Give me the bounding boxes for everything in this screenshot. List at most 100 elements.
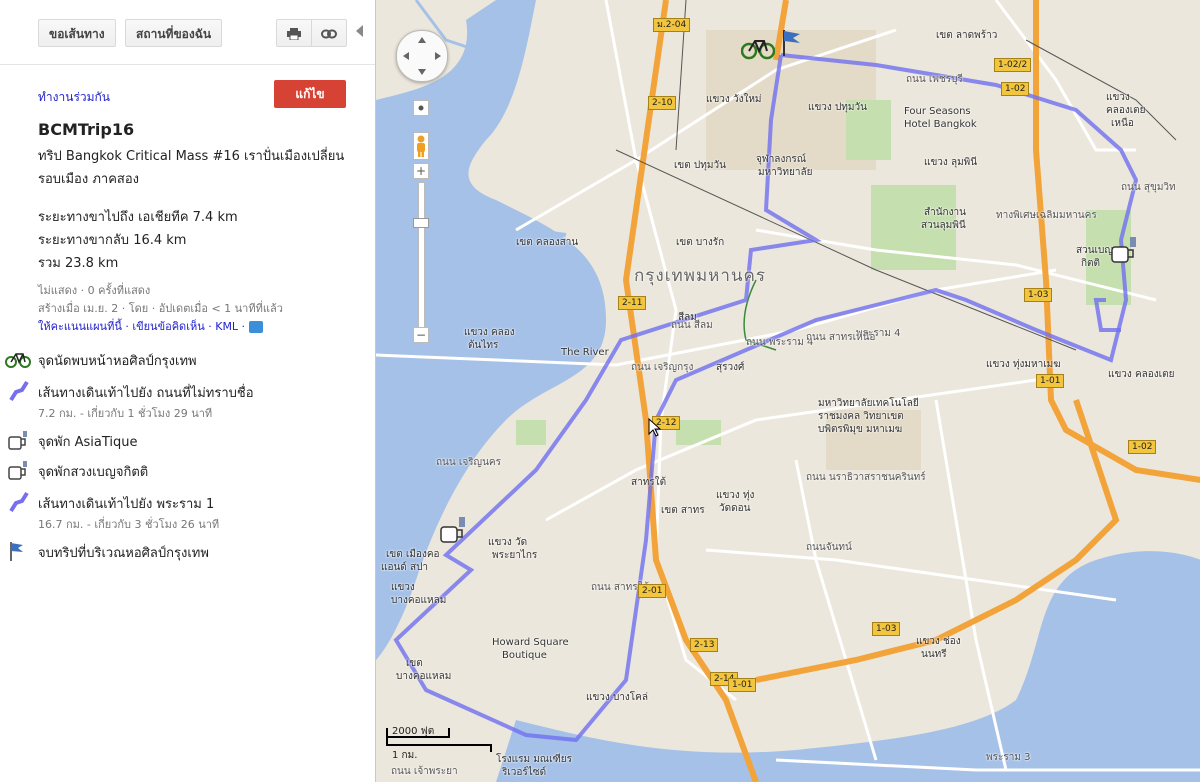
map-label: ถนน พระราม 4 — [746, 337, 814, 348]
map-label: Howard Square — [492, 637, 569, 648]
map-label: ทางพิเศษเฉลิมมหานคร — [996, 210, 1097, 221]
route-line-icon — [9, 491, 29, 513]
map-label: แขวง วังใหม่ — [706, 94, 762, 105]
scale-tick — [490, 744, 492, 752]
my-places-button[interactable]: สถานที่ของฉัน — [125, 19, 223, 47]
map-label: เขต บางรัก — [676, 237, 725, 248]
scale-bar: 2000 ฟุต 1 กม. — [386, 724, 496, 764]
pan-arrows-icon — [403, 37, 441, 75]
map-label: บพิตรพิมุข มหาเมฆ — [818, 424, 903, 435]
highway-shield: 1-02 — [1001, 82, 1030, 96]
views-count: ไม่แสดง · 0 ครั้งที่แสดง — [38, 284, 151, 297]
drink-icon — [8, 461, 27, 480]
created-info: สร้างเมื่อ เม.ย. 2 · โดย · อัปเดตเมื่อ <… — [38, 302, 283, 315]
highway-shield: 1-02/2 — [994, 58, 1032, 72]
zoom-control: + − — [413, 100, 429, 347]
map-base — [376, 0, 1200, 782]
flag-icon[interactable] — [778, 28, 804, 58]
item-label[interactable]: จุดนัดพบหน้าหอศิลป์กรุงเทพ — [38, 350, 197, 371]
map-label: ถนนจันทน์ — [806, 542, 852, 553]
sidebar-panel: ขอเส้นทาง สถานที่ของฉัน ทำงานร่วมกัน แก้… — [0, 0, 375, 782]
list-item[interactable]: จุดนัดพบหน้าหอศิลป์กรุงเทพ — [0, 348, 375, 378]
bicycle-icon[interactable] — [741, 34, 775, 60]
highway-shield: 1-02 — [1128, 440, 1157, 454]
scale-km: 1 กม. — [392, 750, 418, 761]
list-item[interactable]: เส้นทางเดินเท้าไปยัง ถนนที่ไม่ทราบชื่อ 7… — [0, 380, 375, 420]
map-actions-links[interactable]: ให้คะแนนแผนที่นี้ · เขียนข้อคิดเห็น · KM… — [38, 317, 263, 335]
locate-icon — [418, 105, 424, 111]
highway-shield: 2-10 — [648, 96, 677, 110]
distance-total: รวม 23.8 km — [38, 256, 119, 271]
toolbar: ขอเส้นทาง สถานที่ของฉัน — [0, 0, 375, 65]
map-label: แขวง ปทุมวัน — [808, 102, 867, 113]
highway-shield: 1-01 — [1036, 374, 1065, 388]
locate-button[interactable] — [413, 100, 429, 116]
map-label: สาทรใต้ — [631, 477, 667, 488]
item-label[interactable]: จุดพักสวงเบญจกิตติ — [38, 461, 148, 482]
printer-icon — [287, 28, 301, 41]
item-label[interactable]: จบทริปที่บริเวณหอศิลป์กรุงเทพ — [38, 542, 209, 563]
highway-shield: 2-11 — [618, 296, 647, 310]
map-label: ถนน สุขุมวิท — [1121, 182, 1176, 193]
map-label: ถนน สีลม — [671, 320, 713, 331]
scale-tick — [386, 728, 388, 746]
map-canvas[interactable]: กรุงเทพมหานคร เขต ปทุมวัน เขต บางรัก เขต… — [375, 0, 1200, 782]
map-label: แขวง ลุมพินี — [924, 157, 978, 168]
flag-icon — [10, 542, 23, 561]
map-label: แขวง บางโคล่ — [586, 692, 648, 703]
map-label: Four Seasons — [904, 106, 971, 117]
collaborate-link[interactable]: ทำงานร่วมกัน — [38, 88, 110, 107]
edit-button[interactable]: แก้ไข — [274, 80, 346, 108]
list-item[interactable]: จุดพักสวงเบญจกิตติ — [0, 459, 375, 489]
highway-shield: 1-01 — [728, 678, 757, 692]
highway-shield: ม.2-04 — [653, 18, 691, 32]
collapse-panel-icon[interactable] — [356, 25, 363, 37]
street-view-pegman[interactable] — [413, 132, 429, 160]
get-directions-button[interactable]: ขอเส้นทาง — [38, 19, 116, 47]
highway-shield: 2-01 — [638, 584, 667, 598]
map-actions-text[interactable]: ให้คะแนนแผนที่นี้ · เขียนข้อคิดเห็น · KM… — [38, 320, 245, 333]
map-label: บางคอแหลม — [391, 595, 447, 606]
map-label: The River — [561, 347, 609, 358]
print-button[interactable] — [276, 19, 312, 47]
list-item[interactable]: จุดพัก AsiaTique — [0, 429, 375, 459]
zoom-slider[interactable] — [418, 182, 425, 334]
pan-control[interactable] — [396, 30, 448, 82]
map-title: BCMTrip16 — [38, 120, 135, 139]
map-label: ถนน เจ้าพระยา — [391, 766, 458, 777]
link-button[interactable] — [311, 19, 347, 47]
list-item[interactable]: เส้นทางเดินเท้าไปยัง พระราม 1 16.7 กม. -… — [0, 491, 375, 531]
drink-icon[interactable] — [438, 515, 472, 545]
map-label: สุรวงศ์ — [716, 362, 745, 373]
map-label: กรุงเทพมหานคร — [634, 266, 767, 286]
map-label: แขวง คลองเตย — [1108, 369, 1175, 380]
item-label[interactable]: เส้นทางเดินเท้าไปยัง ถนนที่ไม่ทราบชื่อ — [38, 382, 254, 403]
link-icon — [321, 29, 337, 39]
item-label[interactable]: จุดพัก AsiaTique — [38, 431, 138, 452]
map-description: ทริป Bangkok Critical Mass #16 เราปั่นเม… — [38, 149, 345, 187]
map-label: นนทรี — [921, 649, 947, 660]
scale-line — [386, 736, 450, 738]
map-label: ริเวอร์ไซด์ — [502, 767, 547, 778]
kml-icon[interactable] — [248, 321, 263, 333]
item-sub: 7.2 กม. - เกี่ยวกับ 1 ชั่วโมง 29 นาที — [38, 407, 213, 420]
highway-shield: 2-13 — [690, 638, 719, 652]
highway-shield: 1-03 — [1024, 288, 1053, 302]
item-label[interactable]: เส้นทางเดินเท้าไปยัง พระราม 1 — [38, 493, 214, 514]
map-label: เขต สาทร — [661, 505, 705, 516]
map-label: พระยาไกร — [492, 550, 538, 561]
map-label: เหนือ — [1111, 118, 1134, 129]
list-item[interactable]: จบทริปที่บริเวณหอศิลป์กรุงเทพ — [0, 540, 375, 570]
pegman-icon — [417, 135, 425, 157]
map-label: สวนลุมพินี — [921, 220, 966, 231]
map-label: แอนด์ สปา — [381, 562, 429, 573]
map-label: ถนน เจริญกรุง — [631, 362, 694, 373]
map-label: กิตติ — [1081, 258, 1101, 269]
zoom-in-button[interactable]: + — [413, 163, 429, 179]
map-label: เขต ปทุมวัน — [674, 160, 726, 171]
distance-back: ระยะทางขากลับ 16.4 km — [38, 233, 187, 248]
zoom-slider-thumb[interactable] — [413, 218, 429, 228]
zoom-out-button[interactable]: − — [413, 327, 429, 343]
drink-icon[interactable] — [1109, 235, 1143, 265]
route-line-icon — [9, 380, 29, 402]
